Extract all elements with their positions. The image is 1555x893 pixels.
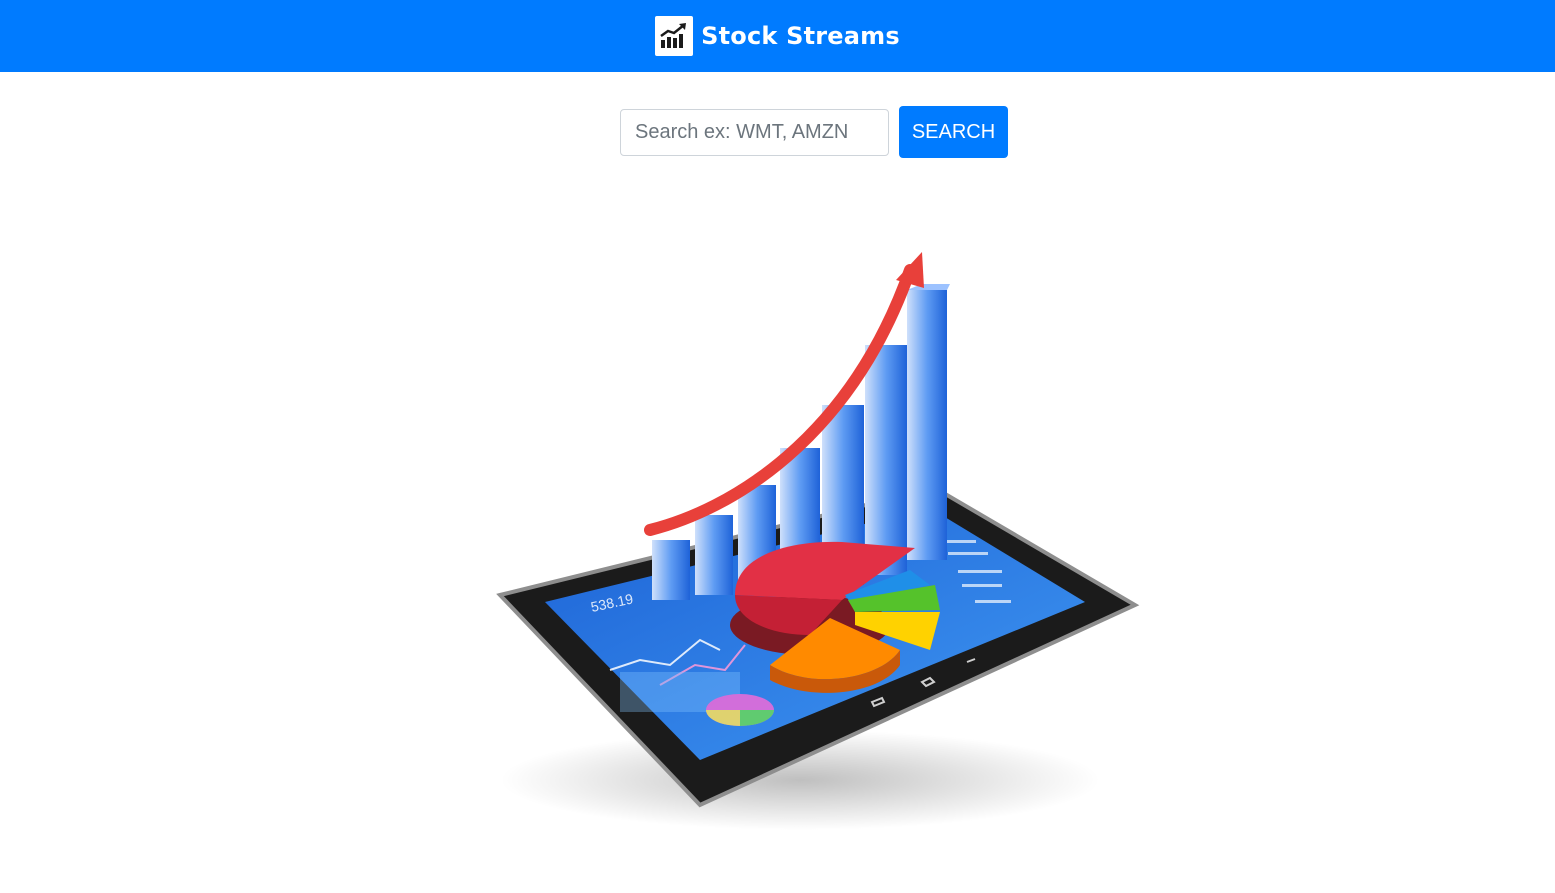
tablet-finance-illustration: 538.19 [496,252,1140,830]
chart-growth-icon [655,16,694,56]
navbar: Stock Streams [0,0,1555,72]
hero-illustration: 538.19 [470,240,1160,840]
brand-title: Stock Streams [701,22,900,50]
search-form: SEARCH [620,106,1008,158]
search-input[interactable] [620,108,889,156]
search-button[interactable]: SEARCH [899,106,1008,158]
brand-link[interactable]: Stock Streams [655,16,900,56]
